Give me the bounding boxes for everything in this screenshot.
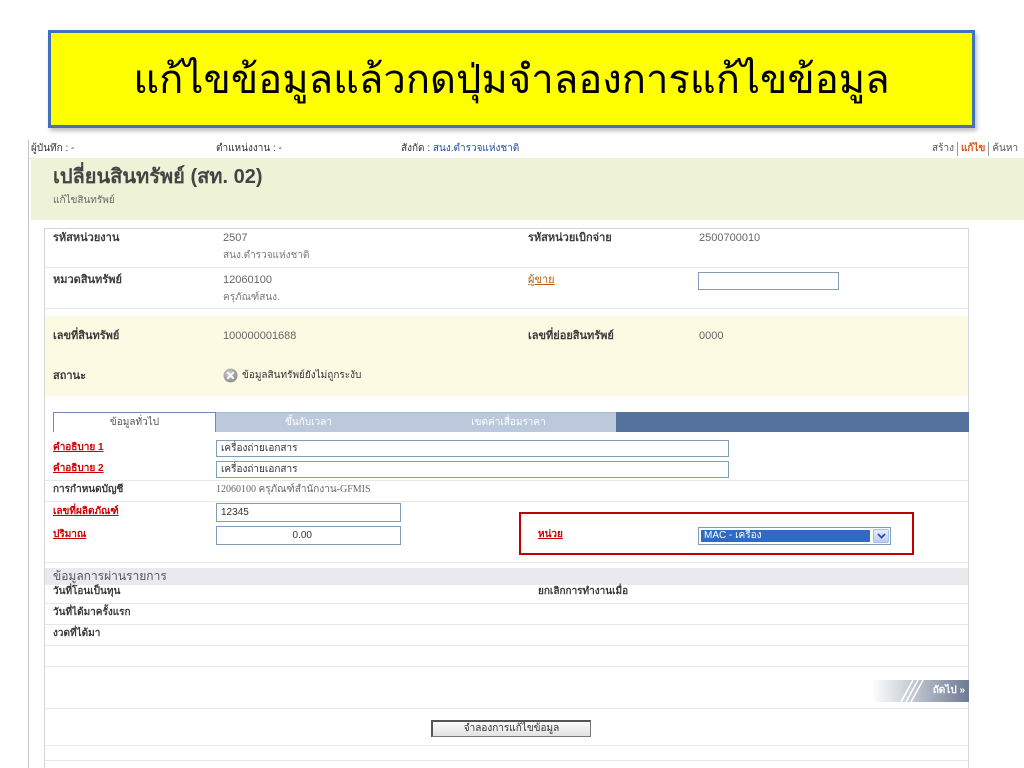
tab-depreciation-area[interactable]: เขตค่าเสื่อมราคา bbox=[401, 412, 616, 432]
row-divider bbox=[45, 745, 968, 746]
row-divider bbox=[45, 501, 968, 502]
agency-code-label: รหัสหน่วยงาน bbox=[53, 232, 120, 244]
row-divider bbox=[45, 666, 968, 667]
unit-highlight-box bbox=[519, 512, 914, 555]
tab-time-dependent[interactable]: ขึ้นกับเวลา bbox=[216, 412, 401, 432]
description2-link[interactable]: คำอธิบาย 2 bbox=[53, 462, 104, 476]
status-value: ข้อมูลสินทรัพย์ยังไม่ถูกระงับ bbox=[242, 370, 362, 381]
slide: แก้ไขข้อมูลแล้วกดปุ่มจำลองการแก้ไขข้อมูล… bbox=[0, 0, 1024, 768]
search-action[interactable]: ค้นหา bbox=[988, 142, 1021, 156]
account-determination-value: 12060100 ครุภัณฑ์สำนักงาน-GFMIS bbox=[216, 484, 371, 495]
affiliation-info: สังกัด : สนง.ตำรวจแห่งชาติ bbox=[401, 142, 519, 156]
page-title: เปลี่ยนสินทรัพย์ (สท. 02) bbox=[53, 166, 263, 188]
quantity-link[interactable]: ปริมาณ bbox=[53, 528, 86, 542]
capitalization-date-label: วันที่โอนเป็นทุน bbox=[53, 586, 121, 597]
create-action[interactable]: สร้าง bbox=[929, 142, 957, 156]
tab-general[interactable]: ข้อมูลทั่วไป bbox=[53, 412, 216, 432]
serial-number-input[interactable] bbox=[216, 503, 401, 522]
acquisition-period-label: งวดที่ได้มา bbox=[53, 628, 101, 639]
description1-link[interactable]: คำอธิบาย 1 bbox=[53, 441, 104, 455]
asset-subnumber-value: 0000 bbox=[699, 330, 724, 342]
page-subtitle: แก้ไขสินทรัพย์ bbox=[53, 195, 115, 206]
vendor-input[interactable] bbox=[698, 272, 839, 290]
title-band: เปลี่ยนสินทรัพย์ (สท. 02) แก้ไขสินทรัพย์ bbox=[31, 158, 1024, 220]
disbursement-unit-label: รหัสหน่วยเบิกจ่าย bbox=[528, 232, 612, 244]
asset-class-label: หมวดสินทรัพย์ bbox=[53, 274, 122, 286]
cancel-circle-icon bbox=[223, 368, 238, 383]
row-divider bbox=[45, 480, 968, 481]
vendor-link[interactable]: ผู้ขาย bbox=[528, 273, 555, 287]
next-button[interactable]: ถัดไป » bbox=[871, 680, 969, 702]
app-screenshot: ผู้บันทึก : - ตำแหน่งงาน : - สังกัด : สน… bbox=[28, 140, 1024, 768]
asset-status-band bbox=[45, 316, 968, 396]
edit-action[interactable]: แก้ไข bbox=[956, 142, 988, 156]
row-divider bbox=[45, 645, 968, 646]
row-divider bbox=[45, 562, 968, 563]
instruction-text: แก้ไขข้อมูลแล้วกดปุ่มจำลองการแก้ไขข้อมูล bbox=[133, 57, 890, 103]
posting-section-title: ข้อมูลการผ่านรายการ bbox=[53, 569, 167, 583]
disbursement-unit-value: 2500700010 bbox=[699, 232, 761, 244]
affiliation-label: สังกัด : bbox=[401, 143, 431, 154]
first-acquisition-date-label: วันที่ได้มาครั้งแรก bbox=[53, 607, 131, 618]
row-divider bbox=[45, 267, 968, 268]
agency-code-value: 2507 bbox=[223, 232, 248, 244]
position-value: - bbox=[278, 143, 282, 154]
position-info: ตำแหน่งงาน : - bbox=[216, 142, 282, 156]
row-divider bbox=[45, 308, 968, 309]
mode-actions: สร้าง แก้ไข ค้นหา bbox=[929, 142, 1024, 156]
next-label: ถัดไป » bbox=[932, 685, 965, 696]
recorder-info: ผู้บันทึก : - bbox=[31, 142, 74, 156]
tab-bar-fill bbox=[616, 412, 969, 432]
row-divider bbox=[45, 760, 968, 761]
row-divider bbox=[45, 603, 968, 604]
instruction-banner: แก้ไขข้อมูลแล้วกดปุ่มจำลองการแก้ไขข้อมูล bbox=[48, 30, 975, 128]
description2-input[interactable] bbox=[216, 461, 729, 478]
agency-name: สนง.ตำรวจแห่งชาติ bbox=[223, 250, 310, 261]
simulate-edit-button[interactable]: จำลองการแก้ไขข้อมูล bbox=[431, 720, 591, 737]
row-divider bbox=[45, 624, 968, 625]
asset-number-label: เลขที่สินทรัพย์ bbox=[53, 330, 120, 342]
affiliation-value: สนง.ตำรวจแห่งชาติ bbox=[432, 143, 520, 154]
asset-number-value: 100000001688 bbox=[223, 330, 297, 342]
posting-section-band bbox=[45, 568, 968, 585]
user-info-bar bbox=[29, 140, 1024, 159]
account-determination-label: การกำหนดบัญชี bbox=[53, 484, 124, 495]
row-divider bbox=[45, 708, 968, 709]
asset-class-name: ครุภัณฑ์สนง. bbox=[223, 292, 280, 303]
recorder-label: ผู้บันทึก : bbox=[31, 143, 69, 154]
asset-subnumber-label: เลขที่ย่อยสินทรัพย์ bbox=[528, 330, 614, 342]
deactivation-date-label: ยกเลิกการทำงานเมื่อ bbox=[538, 586, 629, 597]
quantity-input[interactable] bbox=[216, 526, 401, 545]
serial-number-link[interactable]: เลขที่ผลิตภัณฑ์ bbox=[53, 505, 119, 519]
status-label: สถานะ bbox=[53, 370, 86, 382]
form-panel bbox=[44, 228, 969, 768]
description1-input[interactable] bbox=[216, 440, 729, 457]
recorder-value: - bbox=[71, 143, 75, 154]
asset-class-value: 12060100 bbox=[223, 274, 272, 286]
position-label: ตำแหน่งงาน : bbox=[216, 143, 276, 154]
